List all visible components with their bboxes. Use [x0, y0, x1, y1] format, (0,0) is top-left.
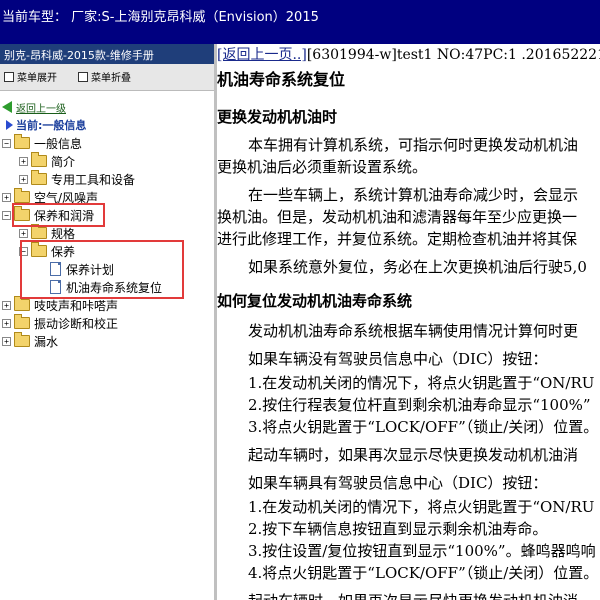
highlight-box	[12, 203, 105, 227]
folder-icon	[31, 224, 47, 239]
tree-item-intro[interactable]: + 简介	[19, 152, 75, 170]
folder-icon	[31, 170, 47, 185]
manual-title: 别克-昂科威-2015款-维修手册	[4, 49, 154, 62]
paragraph-line: 起动车辆时，如果再次显示尽快更换发动机机油消	[248, 446, 579, 464]
expand-toggle-icon[interactable]: +	[2, 192, 11, 202]
paragraph-line: 进行此修理工作，并复位系统。定期检查机油并将其保	[217, 230, 578, 248]
paragraph-line: 如果系统意外复位，务必在上次更换机油后行驶5,0	[248, 258, 587, 276]
folder-icon	[14, 296, 30, 311]
collapse-icon	[78, 71, 88, 82]
expand-toggle-icon[interactable]: +	[2, 300, 11, 310]
tree-toolbar: 菜单展开 菜单折叠	[0, 64, 214, 91]
collapse-toggle-icon[interactable]: −	[2, 210, 11, 220]
expand-menu-label: 菜单展开	[17, 73, 57, 84]
back-link-label: 返回上一级	[16, 103, 66, 115]
expand-toggle-icon[interactable]: +	[2, 336, 11, 346]
expand-toggle-icon[interactable]: +	[19, 174, 28, 184]
folder-icon	[14, 332, 30, 347]
step-line: 2.按住行程表复位杆直到剩余机油寿命显示“100%”	[248, 396, 591, 414]
tree-item-label: 漏水	[34, 334, 59, 349]
tree-item-label: 专用工具和设备	[51, 172, 136, 187]
folder-icon	[14, 188, 30, 203]
content-panel: [返回上一页..][6301994-w]test1 NO:47PC:1 .201…	[217, 44, 600, 600]
tree-item-label: 振动诊断和校正	[34, 316, 119, 331]
window-title: 当前车型： 厂家:S-上海别克昂科威（Envision）2015	[2, 10, 319, 25]
paragraph-line: 更换机油后必须重新设置系统。	[217, 158, 428, 176]
tree-item-water-leak[interactable]: + 漏水	[2, 332, 58, 350]
collapse-toggle-icon[interactable]: −	[2, 138, 11, 148]
back-page-link[interactable]: [返回上一页..]	[217, 47, 307, 63]
tree-item-label: 吱吱声和咔嗒声	[34, 298, 119, 313]
step-line: 1.在发动机关闭的情况下，将点火钥匙置于“ON/RU	[248, 498, 595, 516]
section-heading: 更换发动机机油时	[217, 108, 338, 126]
expand-toggle-icon[interactable]: +	[2, 318, 11, 328]
tree-item-vibration-diagnosis[interactable]: + 振动诊断和校正	[2, 314, 118, 332]
tree-item-label: 规格	[51, 226, 76, 241]
collapse-menu-button[interactable]: 菜单折叠	[78, 69, 131, 84]
step-line: 2.按下车辆信息按钮直到显示剩余机油寿命。	[248, 520, 548, 538]
folder-icon	[31, 152, 47, 167]
document-info: [6301994-w]test1 NO:47PC:1 .2016522216	[306, 47, 600, 63]
current-location-label: 当前:一般信息	[16, 119, 87, 132]
tree-item-general-info[interactable]: − 一般信息	[2, 134, 82, 152]
step-line: 3.按住设置/复位按钮直到显示“100%”。蜂鸣器鸣响	[248, 542, 596, 560]
expand-menu-button[interactable]: 菜单展开	[4, 69, 57, 84]
highlight-box	[20, 240, 184, 299]
tree-item-special-tools[interactable]: + 专用工具和设备	[19, 170, 135, 188]
folder-icon	[14, 314, 30, 329]
expand-toggle-icon[interactable]: +	[19, 156, 28, 166]
paragraph-line: 如果车辆没有驾驶员信息中心（DIC）按钮：	[248, 350, 548, 368]
navigation-tree: 返回上一级 当前:一般信息 − 一般信息 + 简介 + 专用工具和设备 + 空气…	[0, 91, 214, 600]
tree-item-label: 一般信息	[34, 136, 83, 151]
paragraph-line: 如果车辆具有驾驶员信息中心（DIC）按钮：	[248, 474, 548, 492]
current-location: 当前:一般信息	[6, 116, 86, 134]
back-link[interactable]: 返回上一级	[2, 98, 66, 116]
left-panel: 别克-昂科威-2015款-维修手册 菜单展开 菜单折叠 返回上一级 当前:一般信…	[0, 44, 214, 600]
expand-toggle-icon[interactable]: +	[19, 228, 28, 238]
collapse-menu-label: 菜单折叠	[91, 73, 131, 84]
page-nav: [返回上一页..][6301994-w]test1 NO:47PC:1 .201…	[217, 44, 600, 64]
paragraph-line: 本车拥有计算机系统，可指示何时更换发动机机油	[248, 136, 579, 154]
paragraph-line: 起动车辆时，如果再次显示尽快更换发动机机油消	[248, 590, 578, 600]
expand-icon	[4, 71, 14, 82]
folder-open-icon	[14, 134, 30, 149]
current-arrow-icon	[6, 120, 13, 130]
paragraph-line: 换机油。但是，发动机机油和滤清器每年至少应更换一	[217, 208, 578, 226]
step-line: 4.将点火钥匙置于“LOCK/OFF”（锁止/关闭）位置。	[248, 564, 599, 582]
section-heading: 如何复位发动机机油寿命系统	[217, 292, 413, 310]
paragraph-line: 在一些车辆上，系统计算机油寿命减少时，会显示	[248, 186, 579, 204]
back-arrow-icon	[2, 101, 12, 113]
paragraph-line: 发动机机油寿命系统根据车辆使用情况计算何时更	[248, 322, 579, 340]
window-title-bar: 当前车型： 厂家:S-上海别克昂科威（Envision）2015	[0, 0, 600, 44]
tree-item-label: 简介	[51, 154, 76, 169]
manual-header: 别克-昂科威-2015款-维修手册	[0, 44, 214, 64]
step-line: 3.将点火钥匙置于“LOCK/OFF”（锁止/关闭）位置。	[248, 418, 599, 436]
step-line: 1.在发动机关闭的情况下，将点火钥匙置于“ON/RU	[248, 374, 595, 392]
page-title: 机油寿命系统复位	[217, 70, 346, 89]
